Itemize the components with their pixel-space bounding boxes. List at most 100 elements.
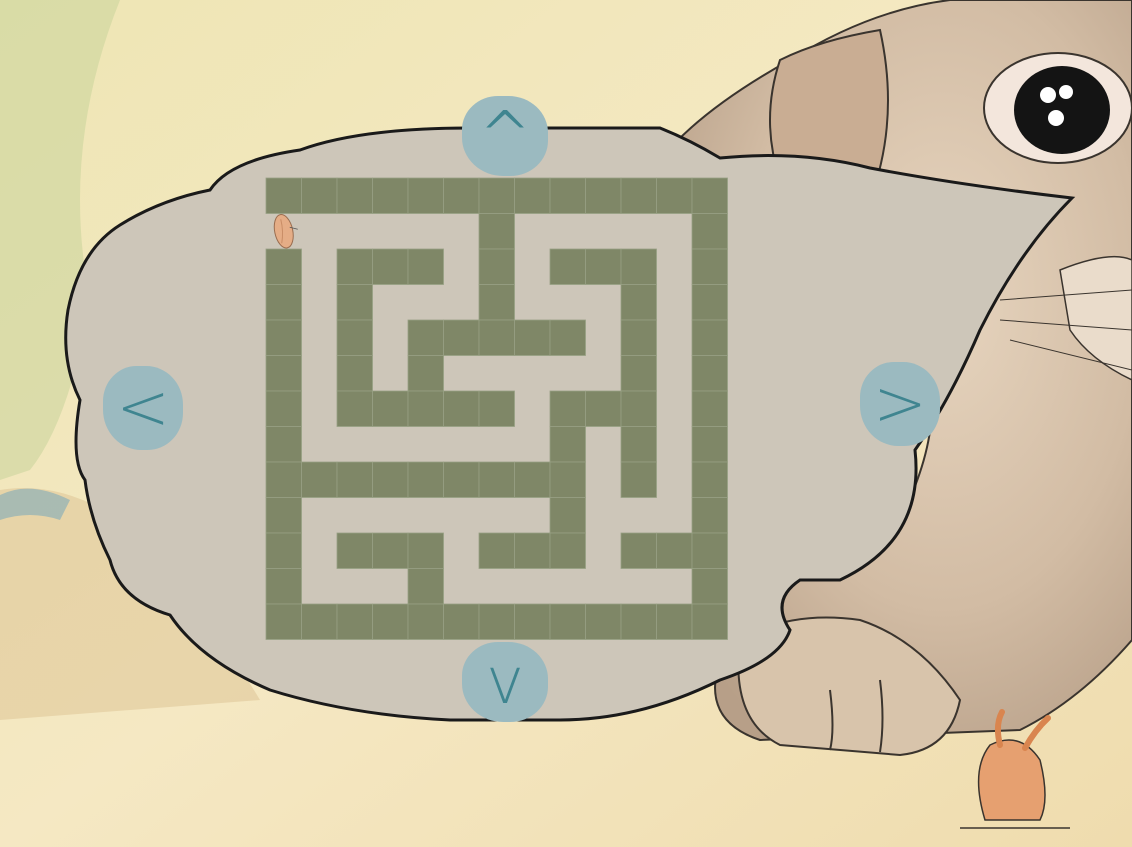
maze-wall-cell	[336, 319, 373, 356]
maze-wall-cell	[549, 497, 586, 534]
maze-wall-cell	[478, 461, 515, 498]
maze-wall-cell	[656, 603, 693, 640]
maze-wall-cell	[336, 248, 373, 285]
maze-wall-cell	[478, 248, 515, 285]
maze-wall-cell	[549, 177, 586, 214]
maze-wall-cell	[265, 177, 302, 214]
maze-wall-cell	[407, 532, 444, 569]
maze-wall-cell	[372, 248, 409, 285]
maze-wall-cell	[514, 603, 551, 640]
maze-wall-cell	[372, 461, 409, 498]
maze-wall-cell	[372, 532, 409, 569]
maze-wall-cell	[691, 390, 728, 427]
maze-wall-cell	[265, 532, 302, 569]
maze-wall-cell	[691, 284, 728, 321]
maze-wall-cell	[691, 426, 728, 463]
maze-wall-cell	[265, 461, 302, 498]
maze-wall-cell	[407, 461, 444, 498]
maze-wall-cell	[549, 532, 586, 569]
maze-wall-cell	[265, 568, 302, 605]
maze-wall-cell	[407, 390, 444, 427]
maze-wall-cell	[336, 284, 373, 321]
left-arrow-icon: <	[116, 371, 170, 445]
maze-wall-cell	[620, 461, 657, 498]
maze-wall-cell	[691, 497, 728, 534]
maze-wall-cell	[443, 390, 480, 427]
maze-wall-cell	[265, 497, 302, 534]
maze-wall-cell	[407, 568, 444, 605]
maze-wall-cell	[478, 603, 515, 640]
maze-wall-cell	[549, 319, 586, 356]
maze-wall-cell	[336, 532, 373, 569]
maze-wall-cell	[691, 355, 728, 392]
maze-wall-cell	[301, 461, 338, 498]
maze-wall-cell	[301, 603, 338, 640]
down-arrow-icon: v	[486, 645, 524, 719]
maze-wall-cell	[478, 213, 515, 250]
maze-wall-cell	[478, 177, 515, 214]
maze-wall-cell	[514, 461, 551, 498]
maze-wall-cell	[265, 248, 302, 285]
maze-wall-cell	[265, 355, 302, 392]
maze-wall-cell	[549, 426, 586, 463]
maze-wall-cell	[265, 603, 302, 640]
maze-wall-cell	[691, 177, 728, 214]
maze-wall-cell	[585, 603, 622, 640]
maze-wall-cell	[407, 355, 444, 392]
maze-wall-cell	[336, 355, 373, 392]
maze-wall-cell	[372, 390, 409, 427]
maze-wall-cell	[336, 603, 373, 640]
maze-wall-cell	[549, 390, 586, 427]
maze-wall-cell	[549, 248, 586, 285]
right-button[interactable]: >	[860, 362, 940, 446]
maze-wall-cell	[620, 532, 657, 569]
maze-wall-cell	[549, 603, 586, 640]
maze-wall-cell	[443, 603, 480, 640]
maze-wall-cell	[549, 461, 586, 498]
maze-wall-cell	[265, 390, 302, 427]
maze-wall-cell	[691, 568, 728, 605]
maze-wall-cell	[620, 355, 657, 392]
up-button[interactable]: ^	[462, 96, 548, 176]
maze-wall-cell	[585, 177, 622, 214]
maze-wall-cell	[620, 284, 657, 321]
maze-wall-cell	[478, 532, 515, 569]
maze-wall-cell	[336, 390, 373, 427]
maze-wall-cell	[407, 603, 444, 640]
maze-wall-cell	[265, 284, 302, 321]
maze-wall-cell	[336, 461, 373, 498]
maze-wall-cell	[620, 177, 657, 214]
maze-wall-cell	[301, 177, 338, 214]
maze-wall-cell	[620, 426, 657, 463]
maze-wall-cell	[656, 177, 693, 214]
maze-wall-cell	[620, 248, 657, 285]
maze-wall-cell	[478, 284, 515, 321]
maze-wall-cell	[691, 213, 728, 250]
maze-wall-cell	[336, 177, 373, 214]
maze-wall-cell	[514, 177, 551, 214]
maze-wall-cell	[691, 319, 728, 356]
maze-wall-cell	[585, 390, 622, 427]
maze-wall-cell	[514, 319, 551, 356]
maze-wall-cell	[407, 177, 444, 214]
maze-wall-cell	[514, 532, 551, 569]
down-button[interactable]: v	[462, 642, 548, 722]
maze-wall-cell	[691, 603, 728, 640]
maze-wall-cell	[620, 319, 657, 356]
maze-wall-cell	[443, 177, 480, 214]
maze-wall-cell	[478, 390, 515, 427]
maze-wall-cell	[443, 461, 480, 498]
maze-wall-cell	[620, 603, 657, 640]
right-arrow-icon: >	[873, 367, 927, 441]
left-button[interactable]: <	[103, 366, 183, 450]
maze-wall-cell	[407, 319, 444, 356]
maze-wall-cell	[372, 603, 409, 640]
maze-wall-cell	[265, 426, 302, 463]
maze-wall-cell	[691, 461, 728, 498]
maze-wall-cell	[585, 248, 622, 285]
up-arrow-icon: ^	[478, 99, 532, 173]
maze-wall-cell	[620, 390, 657, 427]
maze-wall-cell	[656, 532, 693, 569]
maze-wall-cell	[691, 532, 728, 569]
maze-wall-cell	[372, 177, 409, 214]
